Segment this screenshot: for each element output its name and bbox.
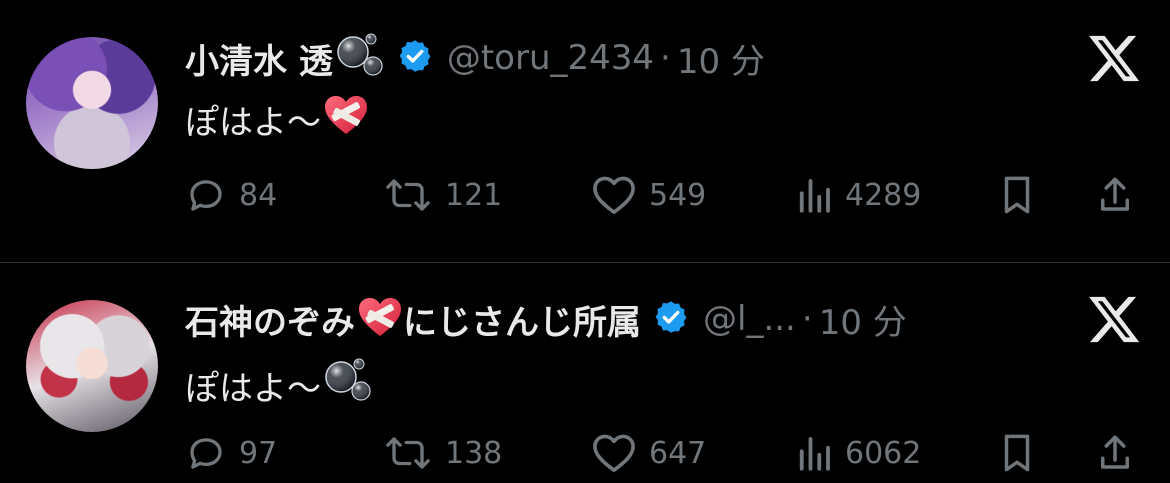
tweet-header: 石神のぞみ にじさんじ所属 @l_... · 10 分 bbox=[185, 289, 907, 349]
timestamp[interactable]: 10 分 bbox=[819, 295, 907, 344]
views-icon bbox=[799, 179, 830, 213]
share-icon bbox=[1101, 435, 1129, 469]
timestamp[interactable]: 10 分 bbox=[677, 34, 765, 83]
repost-count: 121 bbox=[445, 177, 503, 213]
tweet-actions: 84 121 549 4289 bbox=[185, 172, 1140, 218]
handle[interactable]: @l_... bbox=[703, 299, 796, 339]
repost-icon bbox=[386, 437, 430, 469]
bookmark-button[interactable] bbox=[997, 172, 1037, 218]
x-logo-icon bbox=[1086, 291, 1142, 347]
avatar[interactable] bbox=[26, 300, 158, 432]
bookmark-button[interactable] bbox=[997, 430, 1037, 476]
tweet[interactable]: 小清水 透 @toru_2434 · 10 分 ぽはよ〜 84 121 549 … bbox=[0, 0, 1170, 262]
bookmark-icon bbox=[1004, 176, 1030, 214]
share-icon bbox=[1101, 177, 1129, 211]
share-button[interactable] bbox=[1095, 172, 1135, 218]
like-count: 647 bbox=[649, 435, 707, 471]
reply-icon bbox=[190, 180, 222, 211]
reply-button[interactable]: 84 bbox=[185, 172, 277, 218]
like-button[interactable]: 647 bbox=[591, 430, 706, 476]
bubbles-emoji bbox=[335, 30, 385, 86]
reply-button[interactable]: 97 bbox=[185, 430, 277, 476]
tweet-text-content: ぽはよ〜 bbox=[185, 103, 321, 143]
like-button[interactable]: 549 bbox=[591, 172, 706, 218]
avatar[interactable] bbox=[26, 37, 158, 169]
mending-heart-emoji bbox=[357, 296, 403, 342]
views-count: 4289 bbox=[845, 177, 922, 213]
tweet-actions: 97 138 647 6062 bbox=[185, 430, 1140, 476]
like-count: 549 bbox=[649, 177, 707, 213]
repost-button[interactable]: 121 bbox=[383, 172, 502, 218]
reply-icon bbox=[190, 438, 222, 469]
handle[interactable]: @toru_2434 bbox=[447, 38, 654, 78]
heart-icon bbox=[593, 176, 635, 214]
repost-icon bbox=[386, 179, 430, 211]
views-count: 6062 bbox=[845, 435, 922, 471]
repost-button[interactable]: 138 bbox=[383, 430, 502, 476]
separator-dot: · bbox=[660, 38, 671, 78]
x-logo-icon bbox=[1086, 30, 1142, 86]
display-name[interactable]: 小清水 透 bbox=[185, 34, 333, 83]
repost-count: 138 bbox=[445, 435, 503, 471]
mending-heart-emoji bbox=[323, 94, 369, 145]
separator-dot: · bbox=[801, 299, 813, 339]
verified-badge-icon[interactable] bbox=[653, 299, 689, 339]
display-name-suffix[interactable]: にじさんじ所属 bbox=[403, 295, 641, 344]
views-icon bbox=[799, 437, 830, 471]
share-button[interactable] bbox=[1095, 430, 1135, 476]
tweet-text: ぽはよ〜 bbox=[185, 355, 373, 416]
views-button[interactable]: 6062 bbox=[795, 430, 921, 476]
views-button[interactable]: 4289 bbox=[795, 172, 921, 218]
display-name[interactable]: 石神のぞみ bbox=[185, 295, 355, 344]
bubbles-emoji bbox=[323, 355, 373, 416]
tweet-header: 小清水 透 @toru_2434 · 10 分 bbox=[185, 28, 765, 88]
bookmark-icon bbox=[1004, 434, 1030, 472]
tweet-text-content: ぽはよ〜 bbox=[185, 369, 321, 409]
heart-icon bbox=[593, 434, 635, 472]
reply-count: 97 bbox=[239, 435, 278, 471]
reply-count: 84 bbox=[239, 177, 278, 213]
verified-badge-icon[interactable] bbox=[397, 38, 433, 78]
tweet[interactable]: 石神のぞみ にじさんじ所属 @l_... · 10 分 ぽはよ〜 97 138 … bbox=[0, 263, 1170, 483]
tweet-text: ぽはよ〜 bbox=[185, 94, 369, 145]
timeline-feed: 小清水 透 @toru_2434 · 10 分 ぽはよ〜 84 121 549 … bbox=[0, 0, 1170, 483]
